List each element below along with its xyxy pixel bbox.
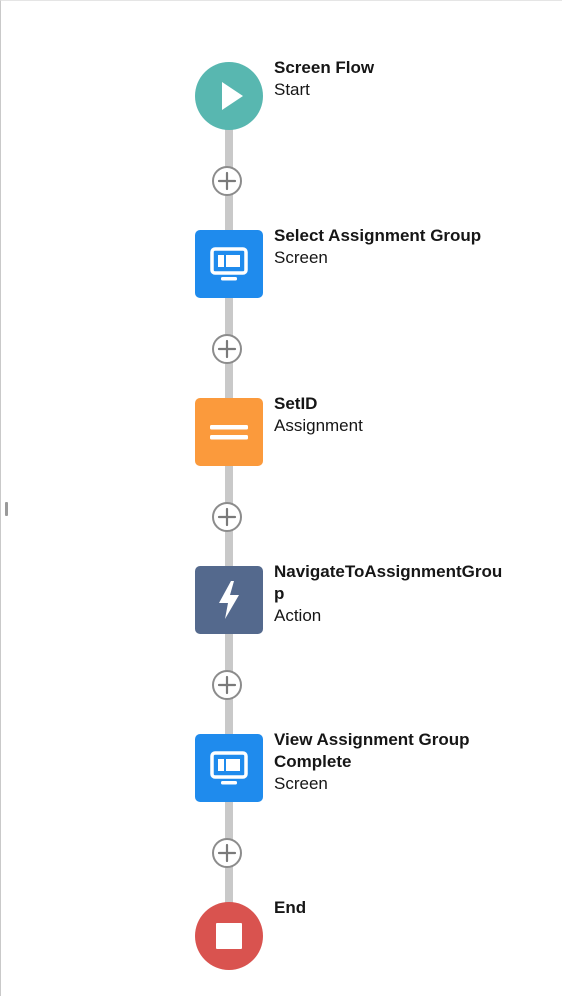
screen-icon [210, 247, 248, 281]
start-node-label: Screen Flow Start [274, 57, 534, 101]
element-title[interactable]: Select Assignment Group [274, 225, 534, 247]
action-node-navigate[interactable] [195, 566, 263, 634]
add-element-button[interactable] [212, 334, 242, 364]
lightning-icon [219, 581, 239, 619]
screen-node-select-assignment-group[interactable] [195, 230, 263, 298]
element-type: Screen [274, 248, 328, 267]
add-element-button[interactable] [212, 166, 242, 196]
element-title[interactable]: Screen Flow [274, 57, 534, 79]
assignment-node-setid[interactable] [195, 398, 263, 466]
element-title[interactable]: View Assignment Group Complete [274, 729, 534, 773]
plus-icon [217, 339, 237, 359]
add-element-button[interactable] [212, 838, 242, 868]
flow-canvas: Screen Flow Start Select Assignment Grou… [0, 0, 562, 996]
element-title[interactable]: SetID [274, 393, 534, 415]
stop-icon [216, 923, 242, 949]
screen-icon [210, 751, 248, 785]
panel-resize-handle[interactable] [5, 502, 8, 516]
end-node-label: End [274, 897, 534, 919]
play-icon [222, 82, 243, 110]
screen-node-label: View Assignment Group Complete Screen [274, 729, 534, 795]
equals-icon [210, 425, 248, 440]
assignment-node-label: SetID Assignment [274, 393, 534, 437]
start-node[interactable] [195, 62, 263, 130]
add-element-button[interactable] [212, 670, 242, 700]
screen-node-view-assignment-group-complete[interactable] [195, 734, 263, 802]
element-type: Assignment [274, 416, 363, 435]
element-title[interactable]: End [274, 897, 534, 919]
plus-icon [217, 171, 237, 191]
plus-icon [217, 675, 237, 695]
element-title[interactable]: NavigateToAssignmentGrou p [274, 561, 534, 605]
end-node[interactable] [195, 902, 263, 970]
element-type: Start [274, 80, 310, 99]
screen-node-label: Select Assignment Group Screen [274, 225, 534, 269]
plus-icon [217, 843, 237, 863]
element-type: Screen [274, 774, 328, 793]
add-element-button[interactable] [212, 502, 242, 532]
action-node-label: NavigateToAssignmentGrou p Action [274, 561, 534, 627]
plus-icon [217, 507, 237, 527]
element-type: Action [274, 606, 322, 625]
